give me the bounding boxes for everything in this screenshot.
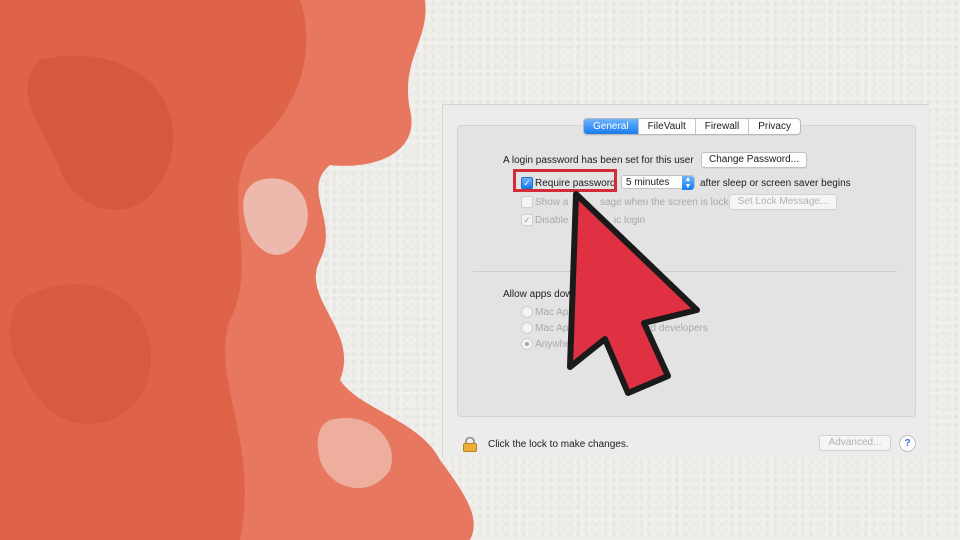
- radio-1-label: Mac Ap: [535, 307, 569, 318]
- lock-icon[interactable]: [462, 437, 478, 452]
- tab-firewall[interactable]: Firewall: [694, 119, 748, 134]
- advanced-button[interactable]: Advanced...: [819, 435, 891, 451]
- radio-mac-app-store[interactable]: [521, 306, 533, 318]
- help-button[interactable]: ?: [899, 435, 916, 452]
- tab-privacy[interactable]: Privacy: [748, 119, 800, 134]
- after-sleep-text: after sleep or screen saver begins: [700, 178, 851, 189]
- chevron-updown-icon: ▲ ▼: [682, 176, 694, 190]
- radio-2-label-start: Mac Ap: [535, 323, 569, 334]
- allow-apps-label: Allow apps dow: [503, 289, 573, 300]
- show-message-checkbox[interactable]: [521, 196, 533, 208]
- require-password-highlight: [513, 169, 617, 192]
- password-delay-select[interactable]: 5 minutes ▲ ▼: [621, 175, 695, 190]
- show-message-label-end: sage when the screen is locked: [600, 197, 740, 208]
- tab-general[interactable]: General: [584, 119, 638, 134]
- password-delay-value: 5 minutes: [626, 177, 670, 188]
- show-message-label-start: Show a: [535, 197, 569, 208]
- security-privacy-window: General FileVault Firewall Privacy A log…: [442, 104, 929, 457]
- disable-label-start: Disable: [535, 215, 569, 226]
- disable-label-end: ic login: [614, 215, 646, 226]
- radio-anywhere[interactable]: [521, 338, 533, 350]
- radio-3-label: Anywhe: [535, 339, 571, 350]
- radio-mac-app-store-identified[interactable]: [521, 322, 533, 334]
- tab-bar: General FileVault Firewall Privacy: [583, 118, 801, 135]
- change-password-button[interactable]: Change Password...: [701, 152, 807, 168]
- disable-auto-login-checkbox[interactable]: ✓: [521, 214, 533, 226]
- radio-2-label-end: ed developers: [645, 323, 708, 334]
- lock-text: Click the lock to make changes.: [488, 439, 629, 450]
- login-password-text: A login password has been set for this u…: [503, 155, 694, 166]
- set-lock-message-button[interactable]: Set Lock Message...: [729, 194, 837, 210]
- section-divider: [473, 271, 897, 272]
- tab-filevault[interactable]: FileVault: [637, 119, 695, 134]
